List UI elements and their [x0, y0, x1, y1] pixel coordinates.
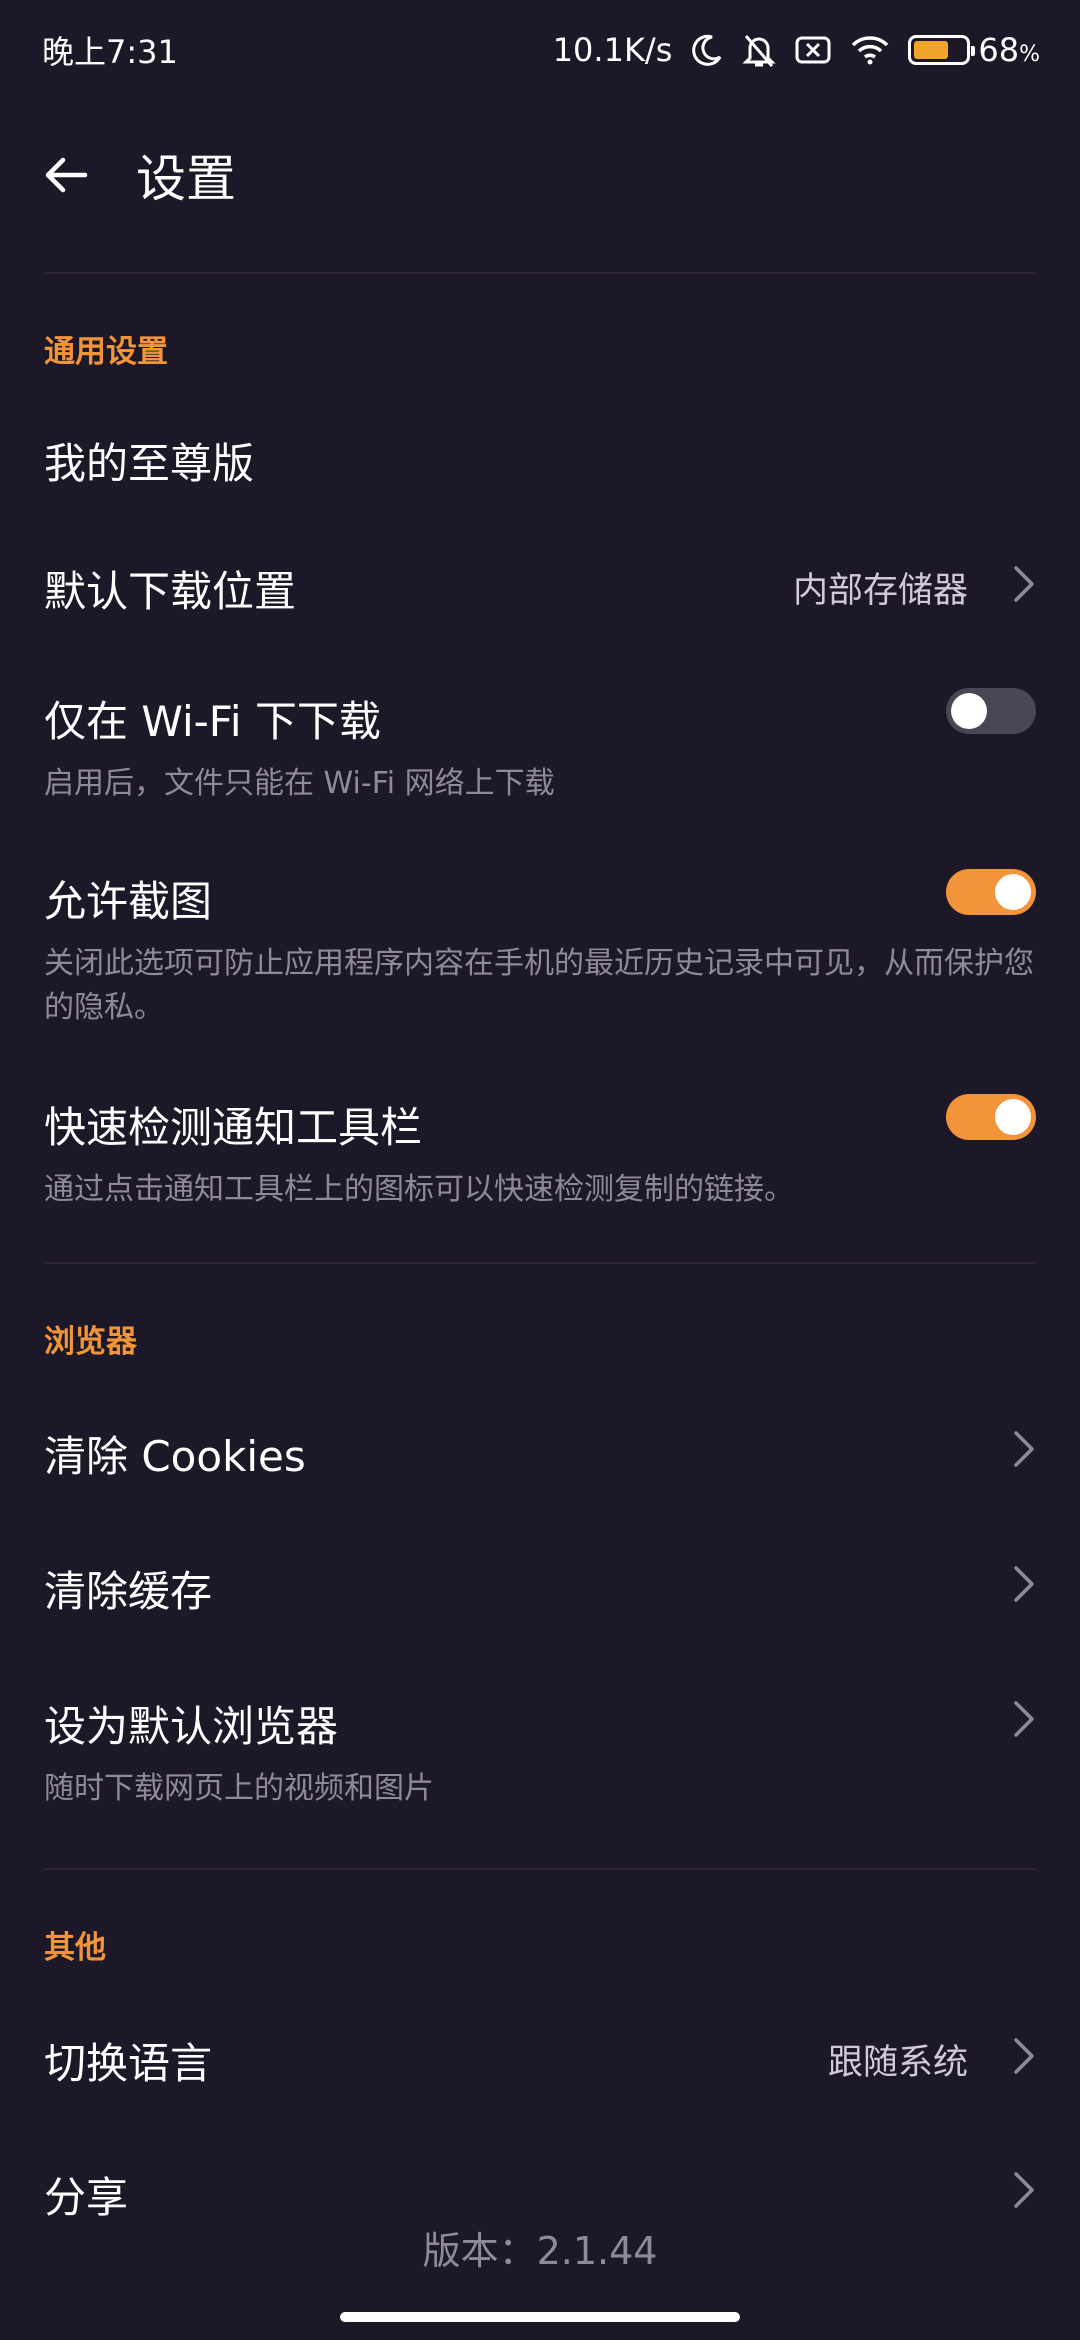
chevron-right-icon — [1014, 1701, 1034, 1737]
quick-detect-title: 快速检测通知工具栏 — [44, 1103, 423, 1152]
bell-off-icon — [742, 32, 776, 68]
section-label-other: 其他 — [44, 1930, 106, 1966]
screenshots-toggle[interactable] — [946, 869, 1036, 915]
chevron-right-icon — [1014, 1566, 1034, 1602]
download-location-row[interactable]: 默认下载位置 内部存储器 — [0, 530, 1080, 640]
status-time: 晚上7:31 — [42, 33, 178, 71]
quick-detect-desc: 通过点击通知工具栏上的图标可以快速检测复制的链接。 — [44, 1172, 794, 1207]
section-label-general: 通用设置 — [44, 334, 168, 370]
section-divider — [44, 1262, 1036, 1264]
clear-cookies-row[interactable]: 清除 Cookies — [0, 1395, 1080, 1505]
net-speed: 10.1K/s — [552, 31, 673, 69]
section-label-browser: 浏览器 — [44, 1324, 137, 1360]
back-button[interactable] — [40, 149, 92, 201]
wifi-only-toggle[interactable] — [946, 688, 1036, 734]
battery-fill — [914, 41, 949, 59]
section-divider — [44, 1868, 1036, 1870]
clear-cache-row[interactable]: 清除缓存 — [0, 1530, 1080, 1640]
wifi-only-desc: 启用后，文件只能在 Wi-Fi 网络上下载 — [44, 766, 555, 801]
home-indicator[interactable] — [340, 2312, 740, 2322]
clear-cache-title: 清除缓存 — [44, 1567, 213, 1616]
header-divider — [44, 272, 1036, 274]
download-location-title: 默认下载位置 — [44, 567, 297, 616]
wifi-icon — [850, 34, 890, 66]
wifi-only-title: 仅在 Wi-Fi 下下载 — [44, 697, 381, 746]
moon-icon — [690, 33, 724, 67]
status-bar: 晚上7:31 10.1K/s 68% — [0, 0, 1080, 100]
page-title: 设置 — [136, 150, 236, 208]
clear-cookies-title: 清除 Cookies — [44, 1432, 306, 1481]
version-label: 版本：2.1.44 — [422, 2229, 658, 2273]
chevron-right-icon — [1014, 2172, 1034, 2208]
language-row[interactable]: 切换语言 跟随系统 — [0, 2002, 1080, 2112]
language-value: 跟随系统 — [827, 2043, 968, 2083]
default-browser-title: 设为默认浏览器 — [44, 1702, 339, 1751]
app-header: 设置 — [0, 120, 1080, 230]
chevron-right-icon — [1014, 566, 1034, 602]
screenshots-desc: 关闭此选项可防止应用程序内容在手机的最近历史记录中可见，从而保护您的隐私。 — [44, 946, 1034, 1025]
screenshots-title: 允许截图 — [44, 877, 213, 926]
download-location-value: 内部存储器 — [792, 571, 968, 611]
settings-screen: 晚上7:31 10.1K/s 68% 设置 通用设置 我的至尊版 默认下载位置 … — [0, 0, 1080, 2340]
premium-title: 我的至尊版 — [44, 439, 255, 488]
language-title: 切换语言 — [44, 2039, 213, 2088]
battery-body — [908, 35, 976, 65]
chevron-right-icon — [1014, 2038, 1034, 2074]
default-browser-desc: 随时下载网页上的视频和图片 — [44, 1771, 434, 1806]
share-title: 分享 — [44, 2173, 129, 2222]
default-browser-row[interactable]: 设为默认浏览器 随时下载网页上的视频和图片 — [0, 1665, 1080, 1825]
battery-icon: 68% — [908, 31, 1040, 69]
battery-percent: 68% — [978, 31, 1040, 69]
status-indicators: 10.1K/s 68% — [553, 31, 1040, 69]
sim-off-icon — [794, 34, 832, 66]
quick-detect-toggle[interactable] — [946, 1094, 1036, 1140]
arrow-left-icon — [45, 157, 88, 193]
chevron-right-icon — [1014, 1431, 1034, 1467]
premium-row[interactable]: 我的至尊版 — [0, 400, 1080, 510]
